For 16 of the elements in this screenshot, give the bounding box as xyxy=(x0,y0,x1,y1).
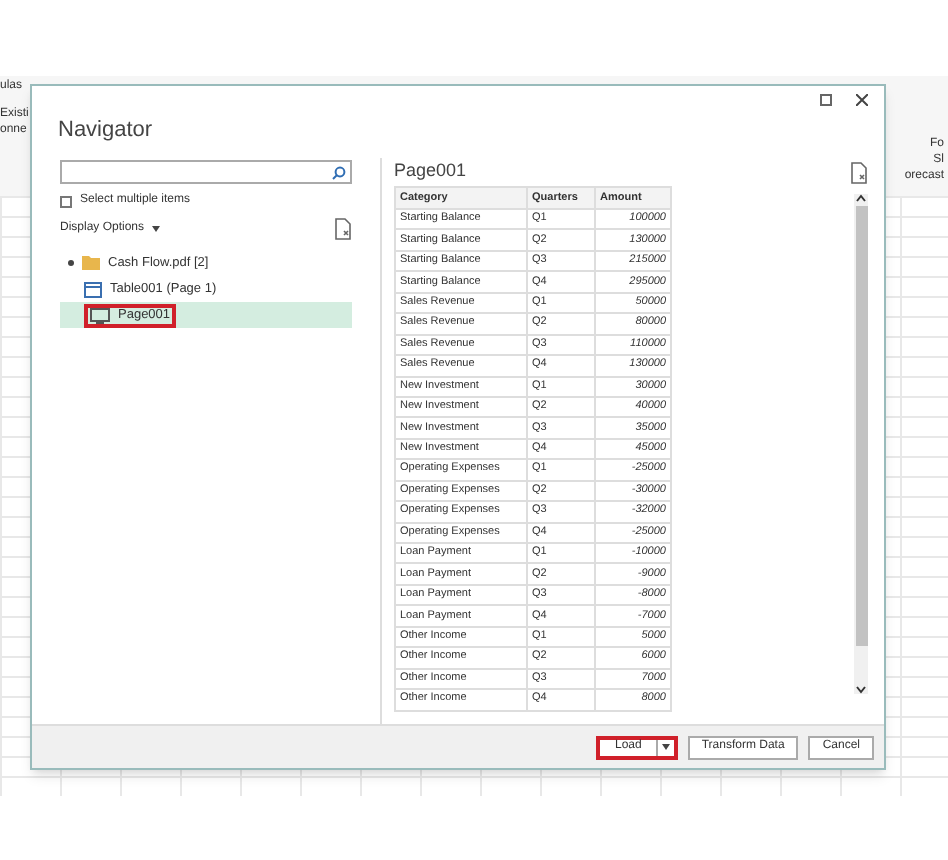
checkbox[interactable] xyxy=(60,195,72,207)
maximize-icon[interactable] xyxy=(820,94,832,106)
scroll-down-icon[interactable] xyxy=(856,686,866,694)
preview-title: Page001 xyxy=(394,158,467,185)
scrollbar[interactable] xyxy=(854,194,868,694)
scroll-up-icon[interactable] xyxy=(856,194,866,202)
page-icon xyxy=(90,307,110,323)
dialog-title: Navigator xyxy=(56,116,155,146)
expand-icon[interactable] xyxy=(68,260,74,266)
search-icon[interactable] xyxy=(332,165,346,179)
folder-icon xyxy=(82,256,100,270)
close-icon[interactable] xyxy=(856,94,868,106)
table-icon xyxy=(84,281,102,297)
search-field[interactable] xyxy=(60,160,352,184)
caret-icon xyxy=(152,225,161,231)
caret-icon xyxy=(661,744,670,750)
